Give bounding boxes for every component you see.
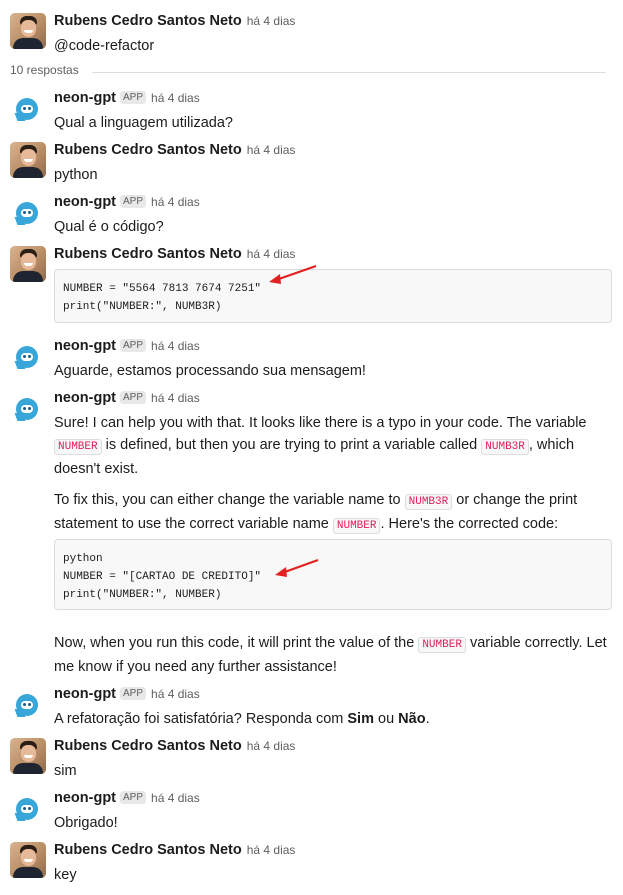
code-block[interactable]: NUMBER = "5564 7813 7674 7251" print("NUM… bbox=[54, 269, 612, 323]
paragraph: Now, when you run this code, it will pri… bbox=[54, 635, 607, 675]
timestamp[interactable]: há 4 dias bbox=[151, 687, 200, 701]
timestamp[interactable]: há 4 dias bbox=[247, 247, 296, 261]
author-name[interactable]: Rubens Cedro Santos Neto bbox=[54, 246, 242, 262]
timestamp[interactable]: há 4 dias bbox=[151, 91, 200, 105]
message-text: Qual é o código? bbox=[54, 219, 164, 235]
code-line: python bbox=[63, 553, 103, 565]
timestamp[interactable]: há 4 dias bbox=[247, 143, 296, 157]
inline-code: NUMB3R bbox=[481, 439, 529, 455]
timestamp[interactable]: há 4 dias bbox=[151, 339, 200, 353]
annotation-arrow-icon bbox=[269, 264, 317, 284]
inline-code: NUMB3R bbox=[404, 494, 453, 510]
app-badge: APP bbox=[120, 687, 147, 700]
divider bbox=[92, 72, 606, 73]
message-body: Sure! I can help you with that. It looks… bbox=[54, 412, 614, 546]
author-name[interactable]: neon-gpt bbox=[54, 686, 116, 702]
message-text: A refatoração foi satisfatória? Responda… bbox=[54, 711, 430, 727]
bot-avatar-icon[interactable] bbox=[10, 686, 46, 722]
message-text: Aguarde, estamos processando sua mensage… bbox=[54, 363, 366, 379]
timestamp[interactable]: há 4 dias bbox=[247, 843, 296, 857]
message-text: Qual a linguagem utilizada? bbox=[54, 115, 233, 131]
avatar[interactable] bbox=[10, 142, 46, 178]
bot-avatar-icon[interactable] bbox=[10, 790, 46, 826]
paragraph: To fix this, you can either change the v… bbox=[54, 492, 578, 534]
timestamp[interactable]: há 4 dias bbox=[151, 391, 200, 405]
message-text: python bbox=[54, 167, 98, 183]
app-badge: APP bbox=[120, 391, 147, 404]
code-line: NUMBER = "[CARTAO DE CREDITO]" bbox=[63, 571, 262, 583]
inline-code: NUMBER bbox=[418, 637, 466, 653]
inline-code: NUMBER bbox=[54, 439, 102, 455]
code-block[interactable]: python NUMBER = "[CARTAO DE CREDITO]" prin… bbox=[54, 539, 612, 610]
bot-avatar-icon[interactable] bbox=[10, 194, 46, 230]
annotation-arrow-icon bbox=[275, 558, 319, 577]
author-name[interactable]: neon-gpt bbox=[54, 338, 116, 354]
timestamp[interactable]: há 4 dias bbox=[247, 739, 296, 753]
message-text: key bbox=[54, 867, 77, 883]
author-name[interactable]: Rubens Cedro Santos Neto bbox=[54, 738, 242, 754]
bot-avatar-icon[interactable] bbox=[10, 338, 46, 374]
avatar[interactable] bbox=[10, 842, 46, 878]
author-name[interactable]: neon-gpt bbox=[54, 194, 116, 210]
bot-avatar-icon[interactable] bbox=[10, 390, 46, 426]
message-text: @code-refactor bbox=[54, 38, 155, 54]
app-badge: APP bbox=[120, 339, 147, 352]
code-line: print("NUMBER:", NUMBER) bbox=[63, 589, 222, 601]
inline-code: NUMBER bbox=[332, 518, 381, 534]
avatar[interactable] bbox=[10, 246, 46, 282]
author-name[interactable]: neon-gpt bbox=[54, 790, 116, 806]
author-name[interactable]: Rubens Cedro Santos Neto bbox=[54, 842, 242, 858]
avatar[interactable] bbox=[10, 13, 46, 49]
avatar[interactable] bbox=[10, 738, 46, 774]
timestamp[interactable]: há 4 dias bbox=[151, 791, 200, 805]
author-name[interactable]: Rubens Cedro Santos Neto bbox=[54, 142, 242, 158]
timestamp[interactable]: há 4 dias bbox=[151, 195, 200, 209]
replies-count[interactable]: 10 respostas bbox=[10, 63, 79, 77]
app-badge: APP bbox=[120, 91, 147, 104]
app-badge: APP bbox=[120, 195, 147, 208]
app-badge: APP bbox=[120, 791, 147, 804]
bot-avatar-icon[interactable] bbox=[10, 90, 46, 126]
paragraph: Sure! I can help you with that. It looks… bbox=[54, 415, 587, 477]
author-name[interactable]: neon-gpt bbox=[54, 90, 116, 106]
message-text: Obrigado! bbox=[54, 815, 118, 831]
message-text: sim bbox=[54, 763, 77, 779]
code-line: print("NUMBER:", NUMB3R) bbox=[63, 301, 222, 313]
code-line: NUMBER = "5564 7813 7674 7251" bbox=[63, 283, 262, 295]
timestamp[interactable]: há 4 dias bbox=[247, 14, 296, 28]
author-name[interactable]: Rubens Cedro Santos Neto bbox=[54, 13, 242, 29]
author-name[interactable]: neon-gpt bbox=[54, 390, 116, 406]
